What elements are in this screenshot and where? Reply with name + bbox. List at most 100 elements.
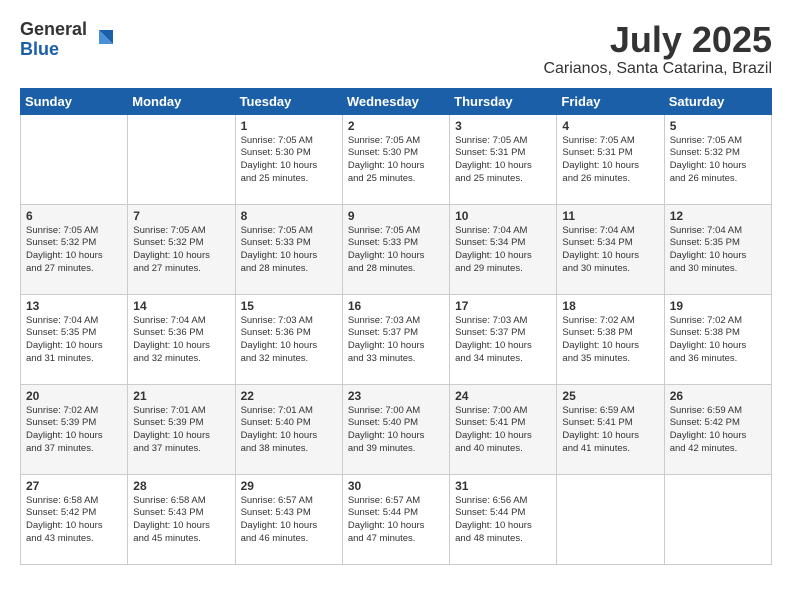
day-number: 25 bbox=[562, 389, 658, 403]
calendar-cell: 10 Sunrise: 7:04 AM Sunset: 5:34 PM Dayli… bbox=[450, 204, 557, 294]
day-number: 12 bbox=[670, 209, 766, 223]
calendar-cell: 2 Sunrise: 7:05 AM Sunset: 5:30 PM Daylig… bbox=[342, 114, 449, 204]
calendar-cell: 6 Sunrise: 7:05 AM Sunset: 5:32 PM Daylig… bbox=[21, 204, 128, 294]
calendar-cell: 29Sunrise: 6:57 AM Sunset: 5:43 PM Dayli… bbox=[235, 474, 342, 564]
day-number: 10 bbox=[455, 209, 551, 223]
day-info: Sunrise: 7:05 AM Sunset: 5:33 PM Dayligh… bbox=[241, 225, 337, 276]
logo: General Blue bbox=[20, 20, 117, 60]
day-header-monday: Monday bbox=[128, 88, 235, 114]
day-header-tuesday: Tuesday bbox=[235, 88, 342, 114]
calendar-cell: 11 Sunrise: 7:04 AM Sunset: 5:34 PM Dayli… bbox=[557, 204, 664, 294]
day-info: Sunrise: 7:00 AM Sunset: 5:41 PM Dayligh… bbox=[455, 405, 551, 456]
calendar-cell: 27Sunrise: 6:58 AM Sunset: 5:42 PM Dayli… bbox=[21, 474, 128, 564]
day-info: Sunrise: 6:57 AM Sunset: 5:44 PM Dayligh… bbox=[348, 495, 444, 546]
day-info: Sunrise: 7:04 AM Sunset: 5:34 PM Dayligh… bbox=[455, 225, 551, 276]
calendar-week-row: 13 Sunrise: 7:04 AM Sunset: 5:35 PM Dayli… bbox=[21, 294, 772, 384]
day-info: Sunrise: 7:04 AM Sunset: 5:35 PM Dayligh… bbox=[26, 315, 122, 366]
day-info: Sunrise: 7:05 AM Sunset: 5:30 PM Dayligh… bbox=[241, 135, 337, 186]
day-number: 2 bbox=[348, 119, 444, 133]
day-header-saturday: Saturday bbox=[664, 88, 771, 114]
calendar-cell: 20 Sunrise: 7:02 AM Sunset: 5:39 PM Dayli… bbox=[21, 384, 128, 474]
calendar-cell: 31 Sunrise: 6:56 AM Sunset: 5:44 PM Dayli… bbox=[450, 474, 557, 564]
calendar-table: SundayMondayTuesdayWednesdayThursdayFrid… bbox=[20, 88, 772, 565]
calendar-cell bbox=[557, 474, 664, 564]
day-header-wednesday: Wednesday bbox=[342, 88, 449, 114]
day-number: 5 bbox=[670, 119, 766, 133]
calendar-cell: 13 Sunrise: 7:04 AM Sunset: 5:35 PM Dayli… bbox=[21, 294, 128, 384]
calendar-cell: 18Sunrise: 7:02 AM Sunset: 5:38 PM Dayli… bbox=[557, 294, 664, 384]
day-number: 20 bbox=[26, 389, 122, 403]
day-info: Sunrise: 7:03 AM Sunset: 5:37 PM Dayligh… bbox=[348, 315, 444, 366]
calendar-cell: 1 Sunrise: 7:05 AM Sunset: 5:30 PM Daylig… bbox=[235, 114, 342, 204]
day-number: 23 bbox=[348, 389, 444, 403]
calendar-cell: 4 Sunrise: 7:05 AM Sunset: 5:31 PM Daylig… bbox=[557, 114, 664, 204]
day-info: Sunrise: 6:56 AM Sunset: 5:44 PM Dayligh… bbox=[455, 495, 551, 546]
calendar-cell: 15Sunrise: 7:03 AM Sunset: 5:36 PM Dayli… bbox=[235, 294, 342, 384]
day-header-thursday: Thursday bbox=[450, 88, 557, 114]
calendar-cell: 7Sunrise: 7:05 AM Sunset: 5:32 PM Daylig… bbox=[128, 204, 235, 294]
title-block: July 2025 Carianos, Santa Catarina, Braz… bbox=[543, 20, 772, 78]
day-number: 18 bbox=[562, 299, 658, 313]
day-number: 28 bbox=[133, 479, 229, 493]
day-info: Sunrise: 7:02 AM Sunset: 5:39 PM Dayligh… bbox=[26, 405, 122, 456]
calendar-cell: 9Sunrise: 7:05 AM Sunset: 5:33 PM Daylig… bbox=[342, 204, 449, 294]
day-info: Sunrise: 6:58 AM Sunset: 5:43 PM Dayligh… bbox=[133, 495, 229, 546]
day-number: 8 bbox=[241, 209, 337, 223]
day-number: 1 bbox=[241, 119, 337, 133]
day-number: 7 bbox=[133, 209, 229, 223]
day-number: 31 bbox=[455, 479, 551, 493]
calendar-week-row: 27Sunrise: 6:58 AM Sunset: 5:42 PM Dayli… bbox=[21, 474, 772, 564]
calendar-cell: 24 Sunrise: 7:00 AM Sunset: 5:41 PM Dayli… bbox=[450, 384, 557, 474]
day-number: 14 bbox=[133, 299, 229, 313]
day-info: Sunrise: 7:05 AM Sunset: 5:32 PM Dayligh… bbox=[26, 225, 122, 276]
calendar-cell: 30 Sunrise: 6:57 AM Sunset: 5:44 PM Dayli… bbox=[342, 474, 449, 564]
page-header: General Blue July 2025 Carianos, Santa C… bbox=[20, 20, 772, 78]
day-number: 6 bbox=[26, 209, 122, 223]
day-info: Sunrise: 7:03 AM Sunset: 5:37 PM Dayligh… bbox=[455, 315, 551, 366]
day-number: 9 bbox=[348, 209, 444, 223]
day-info: Sunrise: 7:05 AM Sunset: 5:32 PM Dayligh… bbox=[670, 135, 766, 186]
day-info: Sunrise: 6:59 AM Sunset: 5:41 PM Dayligh… bbox=[562, 405, 658, 456]
day-info: Sunrise: 7:02 AM Sunset: 5:38 PM Dayligh… bbox=[670, 315, 766, 366]
calendar-cell: 14Sunrise: 7:04 AM Sunset: 5:36 PM Dayli… bbox=[128, 294, 235, 384]
day-info: Sunrise: 7:00 AM Sunset: 5:40 PM Dayligh… bbox=[348, 405, 444, 456]
day-info: Sunrise: 7:01 AM Sunset: 5:40 PM Dayligh… bbox=[241, 405, 337, 456]
day-number: 19 bbox=[670, 299, 766, 313]
calendar-cell: 21 Sunrise: 7:01 AM Sunset: 5:39 PM Dayli… bbox=[128, 384, 235, 474]
day-number: 4 bbox=[562, 119, 658, 133]
day-number: 11 bbox=[562, 209, 658, 223]
day-number: 24 bbox=[455, 389, 551, 403]
calendar-cell: 12 Sunrise: 7:04 AM Sunset: 5:35 PM Dayli… bbox=[664, 204, 771, 294]
day-info: Sunrise: 7:03 AM Sunset: 5:36 PM Dayligh… bbox=[241, 315, 337, 366]
calendar-week-row: 1 Sunrise: 7:05 AM Sunset: 5:30 PM Daylig… bbox=[21, 114, 772, 204]
calendar-cell: 26 Sunrise: 6:59 AM Sunset: 5:42 PM Dayli… bbox=[664, 384, 771, 474]
calendar-cell: 16Sunrise: 7:03 AM Sunset: 5:37 PM Dayli… bbox=[342, 294, 449, 384]
logo-general-text: General bbox=[20, 19, 87, 39]
calendar-cell bbox=[21, 114, 128, 204]
day-number: 27 bbox=[26, 479, 122, 493]
day-info: Sunrise: 7:04 AM Sunset: 5:35 PM Dayligh… bbox=[670, 225, 766, 276]
day-info: Sunrise: 7:04 AM Sunset: 5:34 PM Dayligh… bbox=[562, 225, 658, 276]
day-info: Sunrise: 7:05 AM Sunset: 5:30 PM Dayligh… bbox=[348, 135, 444, 186]
calendar-cell: 19 Sunrise: 7:02 AM Sunset: 5:38 PM Dayli… bbox=[664, 294, 771, 384]
day-info: Sunrise: 7:05 AM Sunset: 5:31 PM Dayligh… bbox=[562, 135, 658, 186]
day-number: 29 bbox=[241, 479, 337, 493]
day-number: 22 bbox=[241, 389, 337, 403]
location: Carianos, Santa Catarina, Brazil bbox=[543, 60, 772, 78]
day-number: 3 bbox=[455, 119, 551, 133]
day-header-sunday: Sunday bbox=[21, 88, 128, 114]
calendar-cell: 28 Sunrise: 6:58 AM Sunset: 5:43 PM Dayli… bbox=[128, 474, 235, 564]
day-number: 26 bbox=[670, 389, 766, 403]
day-header-friday: Friday bbox=[557, 88, 664, 114]
day-number: 30 bbox=[348, 479, 444, 493]
calendar-header-row: SundayMondayTuesdayWednesdayThursdayFrid… bbox=[21, 88, 772, 114]
day-info: Sunrise: 6:59 AM Sunset: 5:42 PM Dayligh… bbox=[670, 405, 766, 456]
calendar-week-row: 20 Sunrise: 7:02 AM Sunset: 5:39 PM Dayli… bbox=[21, 384, 772, 474]
month-year: July 2025 bbox=[543, 20, 772, 60]
calendar-cell: 23 Sunrise: 7:00 AM Sunset: 5:40 PM Dayli… bbox=[342, 384, 449, 474]
day-number: 21 bbox=[133, 389, 229, 403]
calendar-cell: 8 Sunrise: 7:05 AM Sunset: 5:33 PM Daylig… bbox=[235, 204, 342, 294]
calendar-cell bbox=[664, 474, 771, 564]
day-number: 13 bbox=[26, 299, 122, 313]
day-info: Sunrise: 7:01 AM Sunset: 5:39 PM Dayligh… bbox=[133, 405, 229, 456]
